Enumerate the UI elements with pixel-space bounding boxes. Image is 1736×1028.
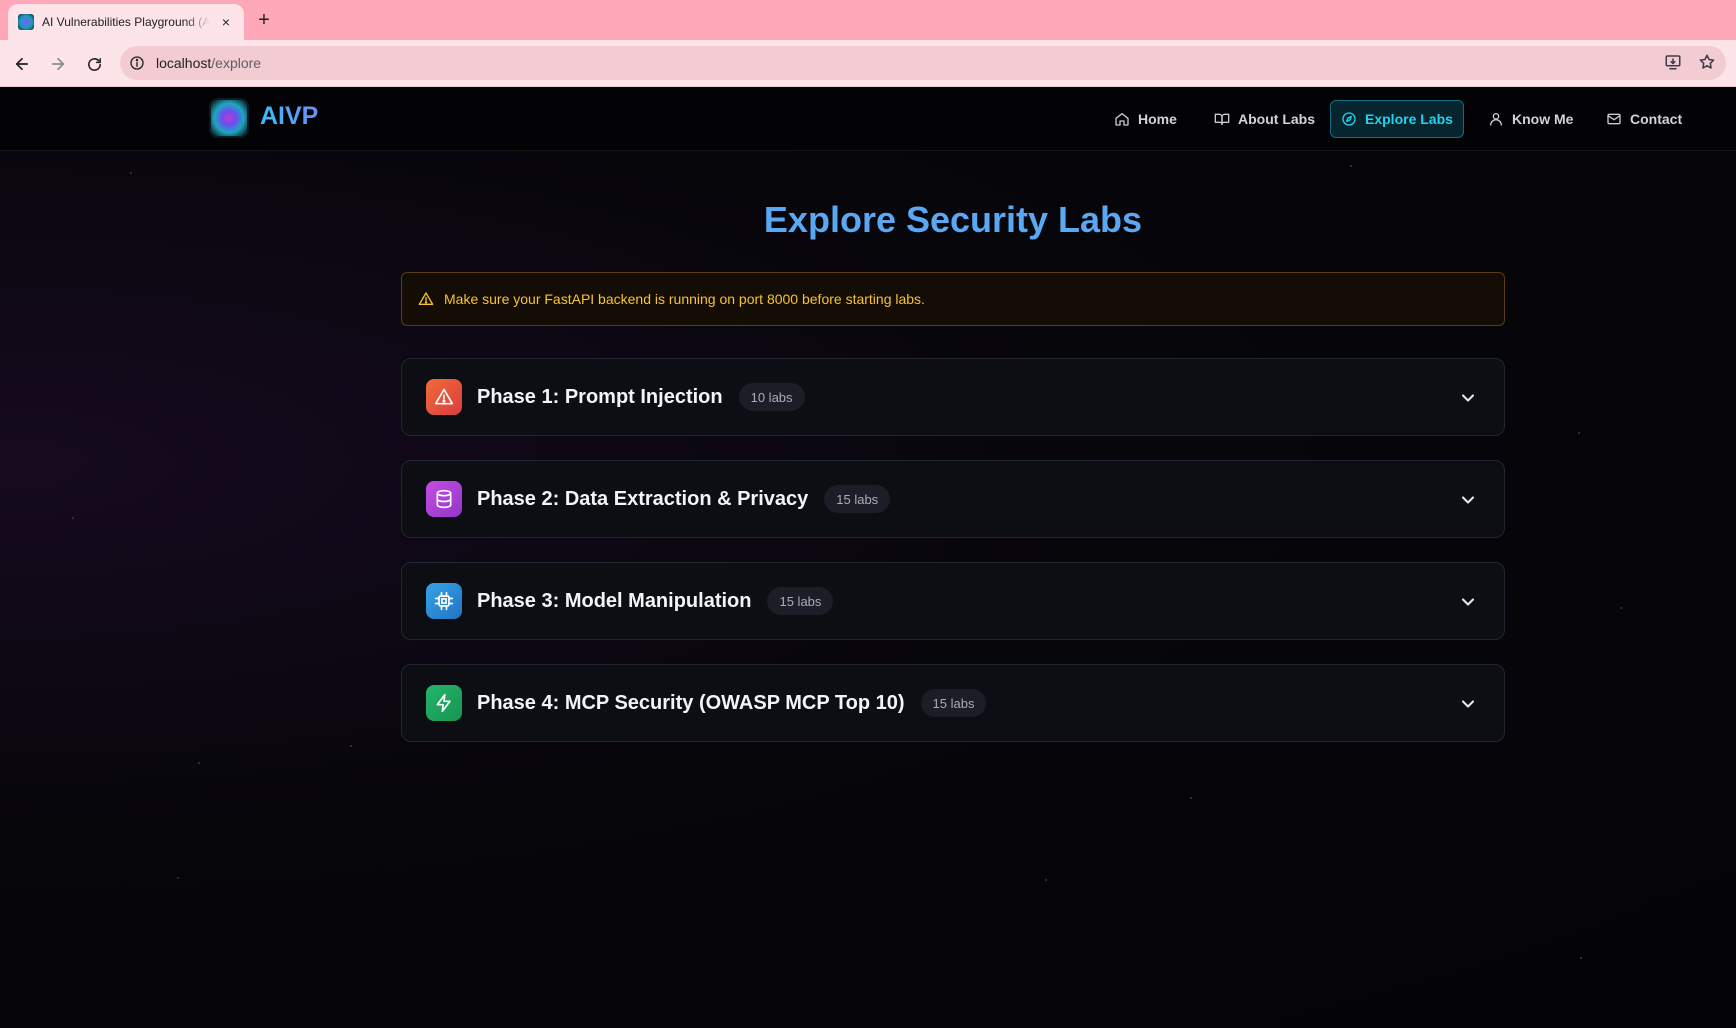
nav-about-labs-label: About Labs (1238, 111, 1315, 127)
address-bar[interactable]: localhost/explore (120, 46, 1726, 80)
site-header: AIVP Home About Labs Explore Labs Know M… (0, 87, 1736, 151)
nav-home[interactable]: Home (1104, 100, 1187, 138)
url-host: localhost (156, 55, 212, 71)
phase-title: Phase 3: Model Manipulation (477, 589, 752, 612)
lab-count-badge: 15 labs (920, 689, 987, 717)
database-icon (436, 489, 452, 509)
install-app-icon[interactable] (1664, 53, 1682, 71)
url-text: localhost/explore (156, 55, 261, 71)
phase-accordion-3[interactable]: Phase 3: Model Manipulation 15 labs (401, 562, 1505, 640)
nav-know-me[interactable]: Know Me (1478, 100, 1583, 138)
lab-count-badge: 15 labs (824, 485, 891, 513)
favicon-icon (18, 14, 34, 30)
warning-text: Make sure your FastAPI backend is runnin… (444, 291, 925, 307)
nav-explore-labs-label: Explore Labs (1365, 111, 1453, 127)
chevron-down-icon[interactable] (1458, 592, 1478, 612)
tab-title: AI Vulnerabilities Playground (AIVP) (42, 15, 210, 29)
zap-icon (436, 693, 451, 713)
phase-title: Phase 2: Data Extraction & Privacy (477, 487, 809, 510)
back-button[interactable] (9, 51, 35, 77)
book-icon (1214, 113, 1230, 125)
phase-accordion-4[interactable]: Phase 4: MCP Security (OWASP MCP Top 10)… (401, 664, 1505, 742)
cpu-icon (434, 591, 454, 611)
home-icon (1115, 113, 1129, 126)
phase-icon-box (426, 685, 462, 721)
nav-home-label: Home (1138, 111, 1177, 127)
mail-icon (1607, 113, 1621, 125)
phase-title: Phase 1: Prompt Injection (477, 385, 723, 408)
logo[interactable] (209, 98, 249, 138)
browser-tab[interactable]: AI Vulnerabilities Playground (AIVP) × (8, 4, 244, 40)
phase-accordion-2[interactable]: Phase 2: Data Extraction & Privacy 15 la… (401, 460, 1505, 538)
phase-accordion-1[interactable]: Phase 1: Prompt Injection 10 labs (401, 358, 1505, 436)
lab-count-badge: 10 labs (738, 383, 805, 411)
compass-icon (1342, 112, 1356, 126)
alert-triangle-icon (434, 388, 454, 405)
site-info-icon[interactable] (128, 54, 146, 72)
tab-close-icon[interactable]: × (218, 14, 234, 30)
new-tab-button[interactable]: + (254, 8, 274, 32)
arrow-left-icon (15, 57, 29, 71)
phase-icon-box (426, 481, 462, 517)
page-title: Explore Security Labs (763, 199, 1143, 240)
nav-about-labs[interactable]: About Labs (1204, 100, 1325, 138)
backend-warning-banner: Make sure your FastAPI backend is runnin… (401, 272, 1505, 326)
nav-know-me-label: Know Me (1512, 111, 1574, 127)
nav-explore-labs[interactable]: Explore Labs (1330, 100, 1464, 138)
chevron-down-icon[interactable] (1458, 694, 1478, 714)
user-icon (1490, 113, 1502, 126)
brand-name[interactable]: AIVP (260, 102, 318, 131)
lab-count-badge: 15 labs (767, 587, 834, 615)
warning-icon (418, 292, 434, 305)
nav-contact[interactable]: Contact (1596, 100, 1692, 138)
browser-toolbar: localhost/explore (0, 40, 1736, 87)
phase-title: Phase 4: MCP Security (OWASP MCP Top 10) (477, 691, 905, 714)
browser-tab-bar: AI Vulnerabilities Playground (AIVP) × + (0, 0, 1736, 40)
reload-icon (87, 57, 101, 71)
forward-button[interactable] (45, 51, 71, 77)
bookmark-star-icon[interactable] (1698, 53, 1716, 71)
url-path: /explore (211, 55, 262, 71)
chevron-down-icon[interactable] (1458, 388, 1478, 408)
phase-icon-box (426, 583, 462, 619)
phase-icon-box (426, 379, 462, 415)
arrow-right-icon (51, 57, 65, 71)
chevron-down-icon[interactable] (1458, 490, 1478, 510)
page-viewport: AIVP Home About Labs Explore Labs Know M… (0, 87, 1736, 1028)
reload-button[interactable] (81, 51, 107, 77)
nav-contact-label: Contact (1630, 111, 1683, 127)
